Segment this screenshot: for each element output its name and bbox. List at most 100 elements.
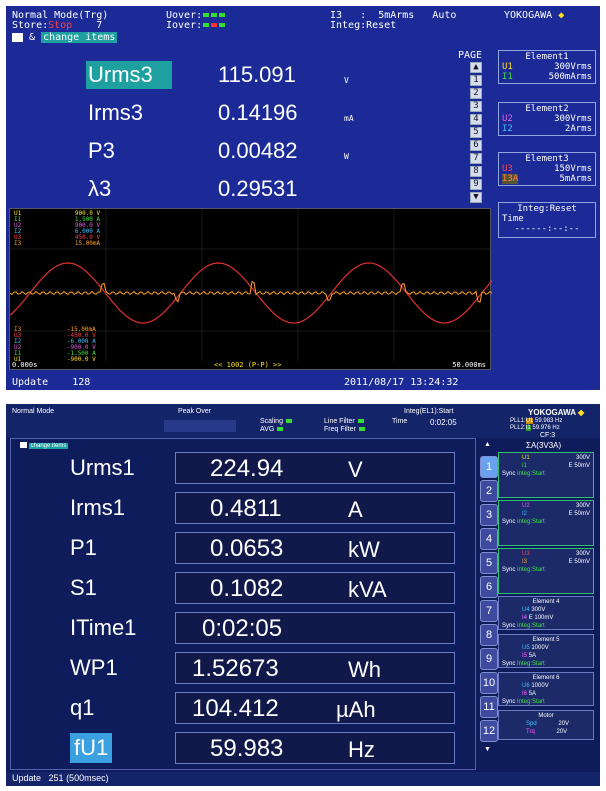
filters: Line Filter Freq Filter bbox=[324, 418, 366, 434]
tab-5[interactable]: 5 bbox=[480, 552, 498, 574]
tab-10[interactable]: 10 bbox=[480, 672, 498, 694]
tab-9[interactable]: 9 bbox=[480, 648, 498, 670]
element4-box[interactable]: Element 4 U4 300V I4 E 100mV Sync Integ:… bbox=[498, 596, 594, 630]
time-end: 50.000ms bbox=[452, 361, 486, 369]
item-label[interactable]: Irms1 bbox=[70, 490, 125, 526]
element2-box[interactable]: Element2 U2 300Vrms I2 2Arms bbox=[498, 102, 596, 136]
current-waveform bbox=[10, 281, 492, 304]
item-value: 0.14196 bbox=[218, 100, 298, 125]
item-label[interactable]: S1 bbox=[70, 570, 97, 606]
page-up-arrow-icon[interactable]: ▲ bbox=[470, 62, 482, 73]
element6-box[interactable]: Element 6 U6 1000V I6 5A Sync Integ:Star… bbox=[498, 672, 594, 706]
tab-11[interactable]: 11 bbox=[480, 696, 498, 718]
element3-box[interactable]: U3 300V I3 E 50mV Sync Integ:Start bbox=[498, 548, 594, 594]
value-row[interactable]: Urms1 224.94 V bbox=[62, 450, 462, 486]
item-value: 224.94 bbox=[210, 455, 284, 482]
page-1-button[interactable]: 1 bbox=[470, 75, 482, 86]
motor-box[interactable]: Motor Spd 20V Trq 20V bbox=[498, 710, 594, 740]
page-down-arrow-icon[interactable]: ▼ bbox=[470, 192, 482, 203]
item-value: 0.1082 bbox=[210, 575, 284, 602]
tab-2[interactable]: 2 bbox=[480, 480, 498, 502]
item-label[interactable]: WP1 bbox=[70, 650, 118, 686]
change-items-button[interactable]: & change items bbox=[12, 32, 118, 43]
item-label[interactable]: Urms1 bbox=[70, 450, 135, 486]
item-value: 0:02:05 bbox=[202, 615, 283, 642]
item-unit: V bbox=[348, 457, 363, 482]
wt-display-modern: Normal Mode Peak Over Scaling AVG Line F… bbox=[6, 404, 600, 786]
item-label[interactable]: P1 bbox=[70, 530, 97, 566]
lower-scale-labels: I3 -15.00mA U3 -450.0 V I2 -6.000 A U2 -… bbox=[14, 326, 96, 363]
page-4-button[interactable]: 4 bbox=[470, 114, 482, 125]
item-value: 0.00482 bbox=[218, 138, 298, 163]
item-label[interactable]: fU1 bbox=[70, 733, 113, 763]
value-row[interactable]: P1 0.0653 kW bbox=[62, 530, 462, 566]
peak-over-label: Peak Over bbox=[178, 408, 212, 415]
value-field: 1.52673 Wh bbox=[175, 652, 455, 684]
item-unit: kVA bbox=[348, 577, 387, 602]
page-2-button[interactable]: 2 bbox=[470, 88, 482, 99]
peak-over-indicator bbox=[164, 420, 236, 432]
item-value: 0.4811 bbox=[210, 495, 282, 522]
page-3-button[interactable]: 3 bbox=[470, 101, 482, 112]
value-field: 104.412 µAh bbox=[175, 692, 455, 724]
tab-4[interactable]: 4 bbox=[480, 528, 498, 550]
item-value: 104.412 bbox=[192, 695, 279, 722]
integ-box[interactable]: Integ:Reset Time ------:--:-- bbox=[498, 202, 596, 238]
update-status: Update 128 bbox=[12, 377, 91, 388]
value-row[interactable]: q1 104.412 µAh bbox=[62, 690, 462, 726]
element3-box[interactable]: Element3 U3 150Vrms I3A 5mArms bbox=[498, 152, 596, 186]
element1-box[interactable]: Element1 U1 300Vrms I1 500mArms bbox=[498, 50, 596, 84]
value-field: 0.0653 kW bbox=[175, 532, 455, 564]
value-field: 0.1082 kVA bbox=[175, 572, 455, 604]
wt-display-legacy: Normal Mode(Trg) Store:Stop 7 Uover: Iov… bbox=[6, 6, 600, 390]
tab-1[interactable]: 1 bbox=[480, 456, 498, 478]
page-8-button[interactable]: 8 bbox=[470, 166, 482, 177]
item-value: 1.52673 bbox=[192, 655, 279, 682]
page-label: PAGE bbox=[458, 50, 483, 61]
page-9-button[interactable]: 9 bbox=[470, 179, 482, 190]
item-label[interactable]: P3 bbox=[86, 137, 172, 165]
item-label[interactable]: Urms3 bbox=[86, 61, 172, 89]
item-unit: Wh bbox=[348, 657, 381, 682]
time-label: Time bbox=[392, 418, 408, 425]
crest-factor: CF:3 bbox=[540, 432, 556, 439]
value-field: 59.983 Hz bbox=[175, 732, 455, 764]
page-6-button[interactable]: 6 bbox=[470, 140, 482, 151]
tab-12[interactable]: 12 bbox=[480, 720, 498, 742]
waveform-display[interactable]: U1 900.0 V I1 1.500 A U2 900.0 V I2 6.00… bbox=[9, 208, 492, 370]
mode-label: Normal Mode bbox=[12, 408, 55, 415]
value-field: 0:02:05 bbox=[175, 612, 455, 644]
tab-7[interactable]: 7 bbox=[480, 600, 498, 622]
item-unit: mA bbox=[344, 114, 354, 123]
item-unit: kW bbox=[348, 537, 380, 562]
item-unit: V bbox=[344, 76, 349, 85]
value-row[interactable]: WP1 1.52673 Wh bbox=[62, 650, 462, 686]
page-up-arrow-icon[interactable]: ▲ bbox=[484, 441, 491, 448]
tab-3[interactable]: 3 bbox=[480, 504, 498, 526]
item-label[interactable]: λ3 bbox=[86, 175, 172, 203]
value-row[interactable]: fU1 59.983 Hz bbox=[62, 730, 462, 766]
value-row[interactable]: ITime1 0:02:05 bbox=[62, 610, 462, 646]
element5-box[interactable]: Element 5 U5 1000V I5 5A Sync Integ:Star… bbox=[498, 634, 594, 668]
tab-8[interactable]: 8 bbox=[480, 624, 498, 646]
item-unit: A bbox=[348, 497, 363, 522]
value-row[interactable]: Irms1 0.4811 A bbox=[62, 490, 462, 526]
upper-scale-labels: U1 900.0 V I1 1.500 A U2 900.0 V I2 6.00… bbox=[14, 210, 101, 247]
item-label[interactable]: q1 bbox=[70, 690, 94, 726]
time-value: 0:02:05 bbox=[430, 418, 457, 427]
item-label[interactable]: ITime1 bbox=[70, 610, 136, 646]
voltage-waveform bbox=[10, 262, 492, 324]
page-down-arrow-icon[interactable]: ▼ bbox=[484, 746, 491, 753]
page-5-button[interactable]: 5 bbox=[470, 127, 482, 138]
value-field: 0.4811 A bbox=[175, 492, 455, 524]
element2-box[interactable]: U2 300V I2 E 50mV Sync Integ:Start bbox=[498, 500, 594, 546]
value-row[interactable]: S1 0.1082 kVA bbox=[62, 570, 462, 606]
element1-box[interactable]: U1 300V I1 E 50mV Sync Integ:Start bbox=[498, 452, 594, 498]
integ-status: Integ(EL1):Start bbox=[404, 408, 454, 415]
value-field: 224.94 V bbox=[175, 452, 455, 484]
pll-status: PLL1:U1 59.983 Hz PLL2:I1 59.976 Hz bbox=[510, 418, 563, 431]
tab-6[interactable]: 6 bbox=[480, 576, 498, 598]
item-label[interactable]: Irms3 bbox=[86, 99, 172, 127]
store-status: Store:Stop 7 bbox=[12, 20, 103, 31]
page-7-button[interactable]: 7 bbox=[470, 153, 482, 164]
